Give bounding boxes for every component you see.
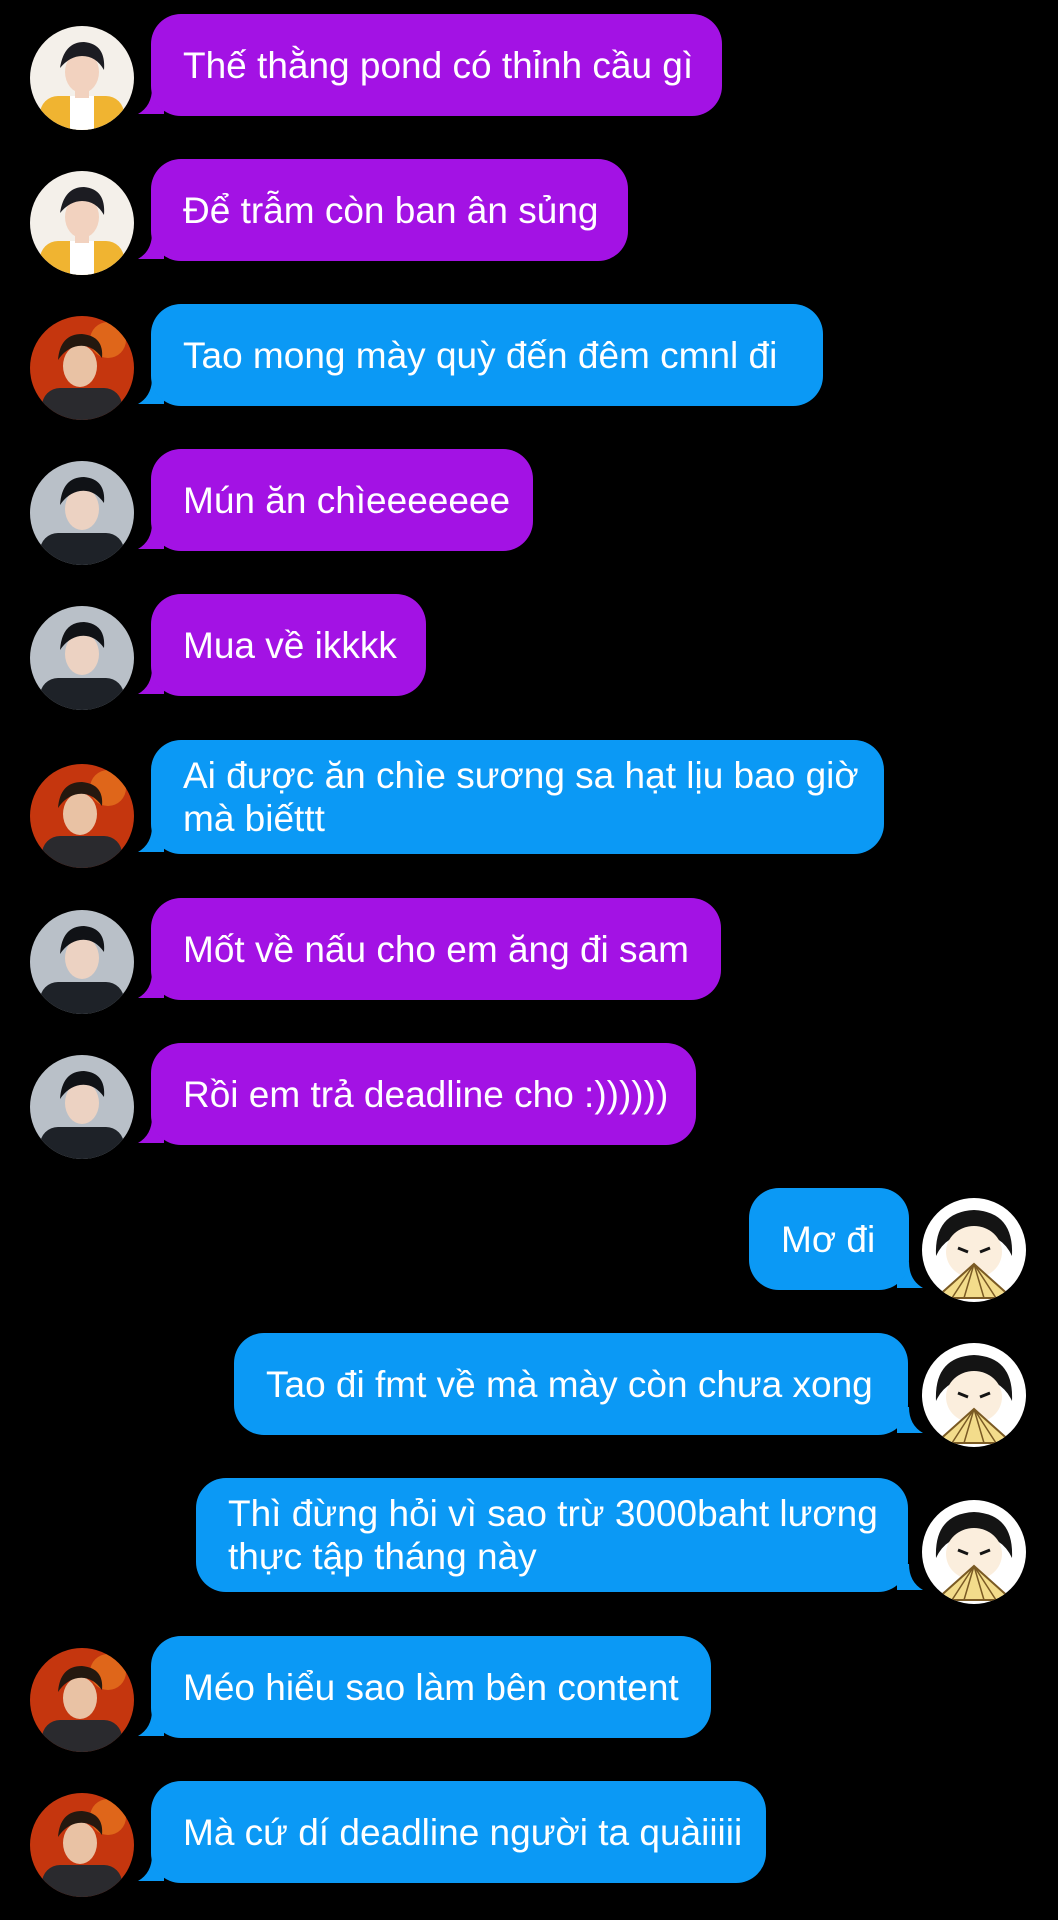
message-bubble[interactable]: Mốt về nấu cho em ăng đi sam (151, 898, 721, 1000)
message-text: Mua về ikkkk (183, 624, 397, 666)
message-bubble[interactable]: Tao đi fmt về mà mày còn chưa xong (234, 1333, 908, 1435)
message-text: Méo hiểu sao làm bên content (183, 1666, 679, 1708)
message-bubble[interactable]: Méo hiểu sao làm bên content (151, 1636, 711, 1738)
avatar-red-background[interactable] (30, 316, 134, 420)
message-text: mà biếttt (183, 798, 325, 839)
message-text: Tao đi fmt về mà mày còn chưa xong (266, 1363, 873, 1405)
message-row: Rồi em trả deadline cho :)))))) (0, 1041, 1058, 1159)
message-text: Thế thằng pond có thỉnh cầu gì (183, 44, 694, 86)
message-bubble[interactable]: Mơ đi (749, 1188, 909, 1290)
message-text: thực tập tháng này (228, 1536, 537, 1577)
message-bubble[interactable]: Để trẫm còn ban ân sủng (151, 159, 628, 261)
message-row: Mốt về nấu cho em ăng đi sam (0, 896, 1058, 1014)
message-row: Mua về ikkkk (0, 592, 1058, 710)
message-row: Tao mong mày quỳ đến đêm cmnl đi (0, 302, 1058, 420)
message-bubble[interactable]: Mà cứ dí deadline người ta quàiiiii (151, 1781, 766, 1883)
message-bubble[interactable]: Ai được ăn chìe sương sa hạt lịu bao giờ… (151, 740, 884, 854)
avatar-grey-background[interactable] (30, 606, 134, 710)
message-bubble[interactable]: Mún ăn chìeeeeeee (151, 449, 533, 551)
message-text: Để trẫm còn ban ân sủng (183, 189, 599, 231)
message-row: Để trẫm còn ban ân sủng (0, 157, 1058, 275)
message-text: Tao mong mày quỳ đến đêm cmnl đi (183, 334, 778, 376)
message-bubble[interactable]: Thế thằng pond có thỉnh cầu gì (151, 14, 722, 116)
message-row: Tao đi fmt về mà mày còn chưa xong (0, 1331, 1058, 1447)
avatar-red-background[interactable] (30, 764, 134, 868)
avatar-grey-background[interactable] (30, 910, 134, 1014)
avatar-yellow-jacket[interactable] (30, 171, 134, 275)
avatar-grey-background[interactable] (30, 461, 134, 565)
message-bubble[interactable]: Mua về ikkkk (151, 594, 426, 696)
message-bubble[interactable]: Thì đừng hỏi vì sao trừ 3000baht lương t… (196, 1478, 908, 1592)
message-text: Mơ đi (781, 1218, 876, 1260)
chat-thread: Thế thằng pond có thỉnh cầu gì Để trẫm c… (0, 0, 1058, 1920)
message-text: Mà cứ dí deadline người ta quàiiiii (183, 1811, 743, 1853)
message-row: Mún ăn chìeeeeeee (0, 447, 1058, 565)
avatar-grey-background[interactable] (30, 1055, 134, 1159)
message-row: Ai được ăn chìe sương sa hạt lịu bao giờ… (0, 738, 1058, 868)
message-row: Méo hiểu sao làm bên content (0, 1634, 1058, 1752)
message-row: Thế thằng pond có thỉnh cầu gì (0, 12, 1058, 130)
avatar-red-background[interactable] (30, 1648, 134, 1752)
message-row: Mà cứ dí deadline người ta quàiiiii (0, 1779, 1058, 1897)
avatar-yellow-jacket[interactable] (30, 26, 134, 130)
message-text: Mốt về nấu cho em ăng đi sam (183, 928, 689, 970)
avatar-cartoon-fan[interactable] (922, 1500, 1026, 1604)
message-row: Thì đừng hỏi vì sao trừ 3000baht lương t… (0, 1476, 1058, 1604)
message-text: Rồi em trả deadline cho :)))))) (183, 1073, 669, 1115)
message-bubble[interactable]: Tao mong mày quỳ đến đêm cmnl đi (151, 304, 823, 406)
message-bubble[interactable]: Rồi em trả deadline cho :)))))) (151, 1043, 696, 1145)
message-text: Thì đừng hỏi vì sao trừ 3000baht lương (228, 1493, 878, 1534)
avatar-red-background[interactable] (30, 1793, 134, 1897)
message-text: Ai được ăn chìe sương sa hạt lịu bao giờ (183, 755, 859, 796)
message-text: Mún ăn chìeeeeeee (183, 479, 511, 521)
avatar-cartoon-fan[interactable] (922, 1198, 1026, 1302)
avatar-cartoon-fan[interactable] (922, 1343, 1026, 1447)
message-row: Mơ đi (0, 1186, 1058, 1302)
